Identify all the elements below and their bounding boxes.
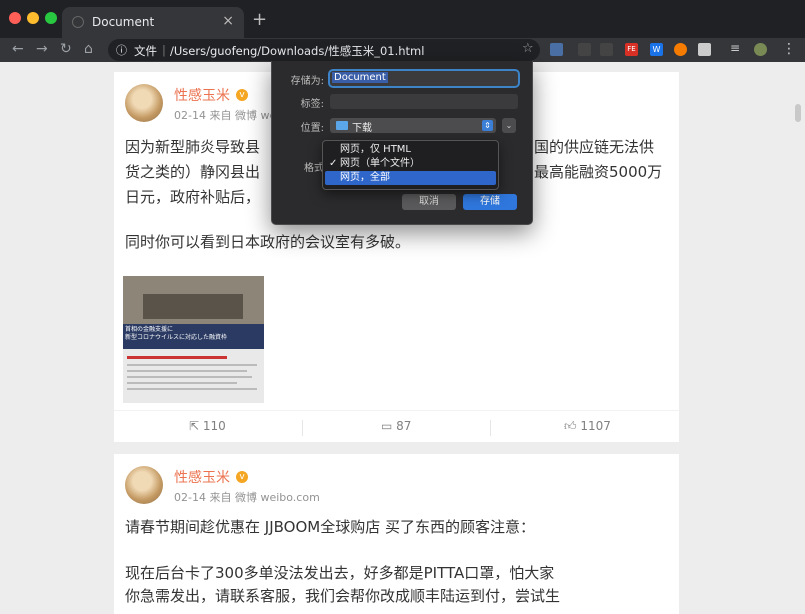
- format-option-html-only[interactable]: 网页，仅 HTML: [325, 143, 496, 157]
- checkmark-icon: ✓: [329, 158, 338, 169]
- tab-title: Document: [92, 15, 155, 29]
- post-text-right: 最高能融资5000万: [534, 163, 663, 181]
- image-caption-line: 新型コロナウイルスに対応した融資枠: [125, 334, 228, 341]
- extension-blank2-icon[interactable]: [600, 43, 613, 56]
- extension-fe-icon[interactable]: FE: [625, 43, 638, 56]
- profile-avatar[interactable]: [754, 43, 767, 56]
- minimize-window-button[interactable]: [27, 12, 39, 24]
- format-option-label: 网页（单个文件）: [340, 158, 420, 169]
- action-divider: [490, 420, 491, 436]
- share-icon: ⇱: [189, 419, 203, 433]
- save-as-label: 存储为:: [290, 76, 324, 87]
- address-separator: |: [162, 43, 166, 57]
- location-value: 下载: [352, 123, 372, 134]
- verified-badge-icon: v: [236, 471, 248, 483]
- format-option-complete[interactable]: 网页，全部: [325, 171, 496, 185]
- menu-dots-icon[interactable]: ⋮: [782, 41, 796, 57]
- save-as-input[interactable]: Document: [328, 69, 520, 88]
- avatar[interactable]: [125, 84, 163, 122]
- like-button[interactable]: 👍︎ 1107: [564, 419, 611, 434]
- post-actions: ⇱ 110 ▭ 87 👍︎ 1107: [114, 410, 679, 443]
- format-option-label: 网页，全部: [340, 172, 390, 183]
- address-scheme-label: 文件: [134, 44, 157, 58]
- expand-dialog-button[interactable]: ⌄: [502, 118, 516, 133]
- reading-list-icon[interactable]: ≡: [730, 41, 740, 55]
- repost-button[interactable]: ⇱ 110: [189, 419, 226, 433]
- post-text-line: 货之类的）静冈县出: [125, 163, 261, 181]
- address-bar[interactable]: ⓘ 文件 | /Users/guofeng/Downloads/性感玉米_01.…: [108, 39, 540, 61]
- info-icon[interactable]: ⓘ: [116, 42, 127, 58]
- extension-w-icon[interactable]: W: [650, 43, 663, 56]
- browser-tab-bar: Document × +: [0, 0, 805, 38]
- post-username[interactable]: 性感玉米: [174, 467, 230, 487]
- close-window-button[interactable]: [9, 12, 21, 24]
- reload-icon[interactable]: ↻: [60, 41, 72, 57]
- scrollbar-thumb[interactable]: [795, 104, 801, 122]
- thumbs-up-icon: 👍︎: [564, 419, 581, 433]
- post-text-line: 因为新型肺炎导致县: [125, 138, 261, 156]
- format-option-label: 网页，仅 HTML: [340, 144, 412, 155]
- select-stepper-icon: ⇕: [482, 120, 493, 131]
- post-meta: 02-14 来自 微博 we: [174, 109, 277, 122]
- repost-count: 110: [202, 419, 226, 433]
- new-tab-button[interactable]: +: [252, 9, 267, 30]
- post-text-line: 日元，政府补贴后，: [125, 188, 261, 206]
- folder-icon: [336, 121, 348, 130]
- post-text-right: 国的供应链无法供: [534, 138, 655, 156]
- tags-input[interactable]: [330, 94, 518, 109]
- action-divider: [302, 420, 303, 436]
- tags-label: 标签:: [300, 99, 324, 110]
- post-text-line: 你急需发出，请联系客服，我们会帮你改成顺丰陆运到付，尝试生: [125, 587, 561, 605]
- extension-image-icon[interactable]: [698, 43, 711, 56]
- post-text-line: 现在后台卡了300多单没法发出去，好多都是PITTA口罩，怕大家: [125, 564, 555, 582]
- address-url: /Users/guofeng/Downloads/性感玉米_01.html: [170, 44, 425, 58]
- forward-icon[interactable]: →: [36, 41, 48, 57]
- like-count: 1107: [580, 419, 611, 433]
- save-as-value: Document: [332, 72, 388, 83]
- post-card: 性感玉米 v 02-14 来自 微博 weibo.com 请春节期间趁优惠在 J…: [114, 454, 679, 614]
- bookmark-star-icon[interactable]: ☆: [522, 41, 534, 56]
- home-icon[interactable]: ⌂: [84, 41, 93, 57]
- avatar[interactable]: [125, 466, 163, 504]
- browser-toolbar: ← → ↻ ⌂ ⓘ 文件 | /Users/guofeng/Downloads/…: [0, 38, 805, 62]
- format-dropdown-menu: 网页，仅 HTML ✓ 网页（单个文件） 网页，全部: [322, 140, 499, 190]
- image-caption-line: 首相の金融支援に: [125, 326, 174, 333]
- cancel-button[interactable]: 取消: [402, 194, 456, 210]
- save-button[interactable]: 存储: [463, 194, 517, 210]
- comment-count: 87: [396, 419, 412, 433]
- comment-icon: ▭: [381, 419, 397, 433]
- extension-grid-icon[interactable]: [550, 43, 563, 56]
- format-label: 格式: [304, 163, 324, 174]
- location-label: 位置:: [300, 123, 324, 134]
- format-option-single-file[interactable]: ✓ 网页（单个文件）: [325, 157, 496, 171]
- post-username[interactable]: 性感玉米: [174, 85, 230, 105]
- verified-badge-icon: v: [236, 89, 248, 101]
- location-select[interactable]: 下载 ⇕: [330, 118, 496, 134]
- post-image[interactable]: 首相の金融支援に 新型コロナウイルスに対応した融資枠: [123, 264, 264, 403]
- zoom-window-button[interactable]: [45, 12, 57, 24]
- back-icon[interactable]: ←: [12, 41, 24, 57]
- comment-button[interactable]: ▭ 87: [381, 419, 411, 433]
- close-tab-icon[interactable]: ×: [222, 13, 234, 29]
- globe-icon: [72, 16, 84, 28]
- extension-blank-icon[interactable]: [578, 43, 591, 56]
- tab-document[interactable]: Document ×: [62, 7, 244, 38]
- extension-orange-icon[interactable]: [674, 43, 687, 56]
- post-text-line: 请春节期间趁优惠在 JJBOOM全球购店 买了东西的顾客注意：: [125, 518, 535, 536]
- post-text-line: 同时你可以看到日本政府的会议室有多破。: [125, 233, 411, 251]
- post-meta: 02-14 来自 微博 weibo.com: [174, 491, 320, 504]
